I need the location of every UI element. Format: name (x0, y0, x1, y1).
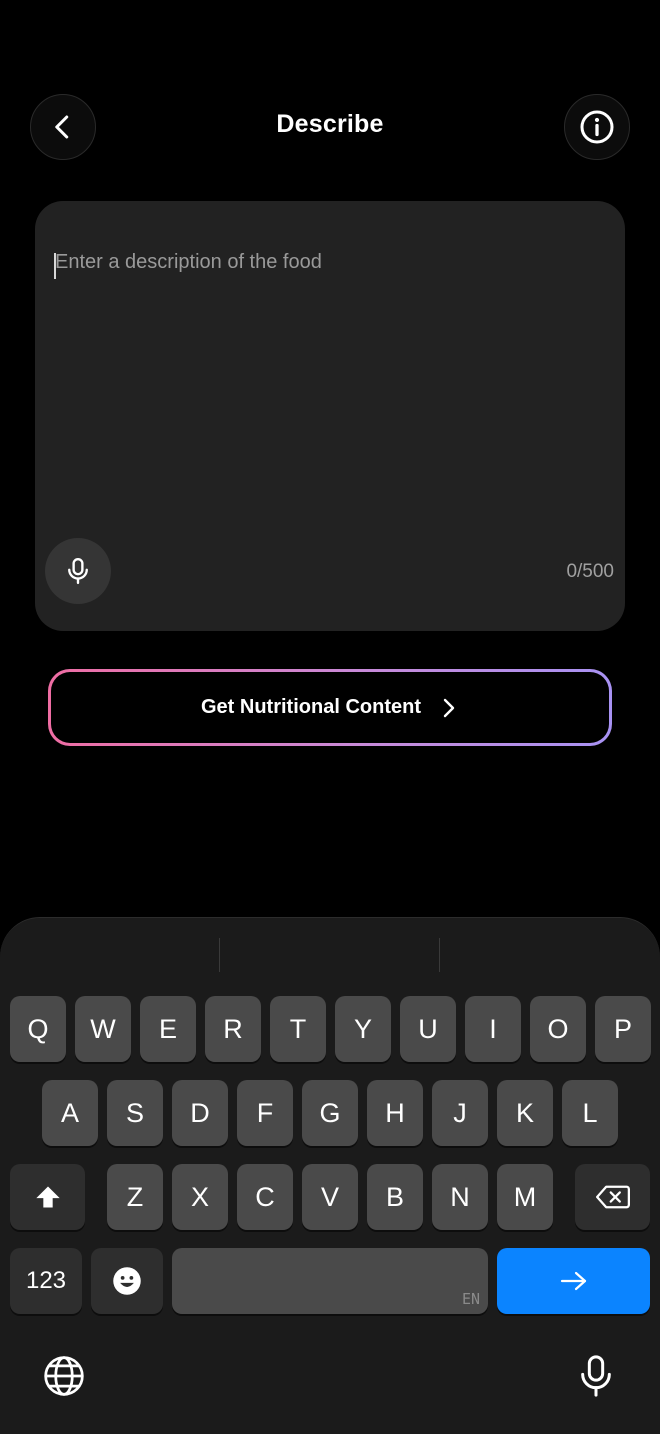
key-n[interactable]: N (432, 1164, 488, 1230)
key-i[interactable]: I (465, 996, 521, 1062)
key-d[interactable]: D (172, 1080, 228, 1146)
suggestion-divider (219, 938, 220, 972)
microphone-icon (581, 1355, 611, 1397)
dictation-button[interactable] (570, 1348, 622, 1404)
globe-icon (44, 1356, 84, 1396)
voice-input-button[interactable] (45, 538, 111, 604)
space-key[interactable]: EN (172, 1248, 488, 1314)
get-nutritional-content-button[interactable]: Get Nutritional Content (48, 669, 612, 746)
key-h[interactable]: H (367, 1080, 423, 1146)
description-input[interactable] (55, 251, 595, 551)
shift-icon (35, 1186, 60, 1208)
info-button[interactable] (564, 94, 630, 160)
backspace-icon (595, 1185, 630, 1209)
page-title: Describe (276, 110, 384, 138)
screen: Describe 0/500 Get Nutritional Content (0, 0, 660, 1434)
delete-key[interactable] (575, 1164, 650, 1230)
key-f[interactable]: F (237, 1080, 293, 1146)
key-c[interactable]: C (237, 1164, 293, 1230)
key-m[interactable]: M (497, 1164, 553, 1230)
key-u[interactable]: U (400, 996, 456, 1062)
character-counter: 0/500 (566, 561, 614, 582)
key-t[interactable]: T (270, 996, 326, 1062)
key-x[interactable]: X (172, 1164, 228, 1230)
key-j[interactable]: J (432, 1080, 488, 1146)
key-o[interactable]: O (530, 996, 586, 1062)
globe-button[interactable] (38, 1350, 90, 1402)
key-r[interactable]: R (205, 996, 261, 1062)
info-icon (580, 110, 614, 144)
numbers-key[interactable]: 123 (10, 1248, 82, 1314)
microphone-icon (68, 557, 88, 585)
key-l[interactable]: L (562, 1080, 618, 1146)
keyboard: Q W E R T Y U I O P A S D F G H J K L Z … (0, 917, 660, 1434)
key-q[interactable]: Q (10, 996, 66, 1062)
key-z[interactable]: Z (107, 1164, 163, 1230)
key-v[interactable]: V (302, 1164, 358, 1230)
go-key[interactable] (497, 1248, 650, 1314)
description-card: 0/500 (35, 201, 625, 631)
emoji-icon (113, 1267, 141, 1295)
key-e[interactable]: E (140, 996, 196, 1062)
shift-key[interactable] (10, 1164, 85, 1230)
cta-label: Get Nutritional Content (201, 696, 421, 718)
arrow-right-icon (560, 1271, 586, 1291)
key-s[interactable]: S (107, 1080, 163, 1146)
emoji-key[interactable] (91, 1248, 163, 1314)
chevron-right-icon (443, 698, 455, 717)
key-p[interactable]: P (595, 996, 651, 1062)
suggestion-divider (439, 938, 440, 972)
key-g[interactable]: G (302, 1080, 358, 1146)
key-a[interactable]: A (42, 1080, 98, 1146)
key-y[interactable]: Y (335, 996, 391, 1062)
space-language-label: EN (461, 1290, 480, 1308)
key-k[interactable]: K (497, 1080, 553, 1146)
key-b[interactable]: B (367, 1164, 423, 1230)
key-w[interactable]: W (75, 996, 131, 1062)
